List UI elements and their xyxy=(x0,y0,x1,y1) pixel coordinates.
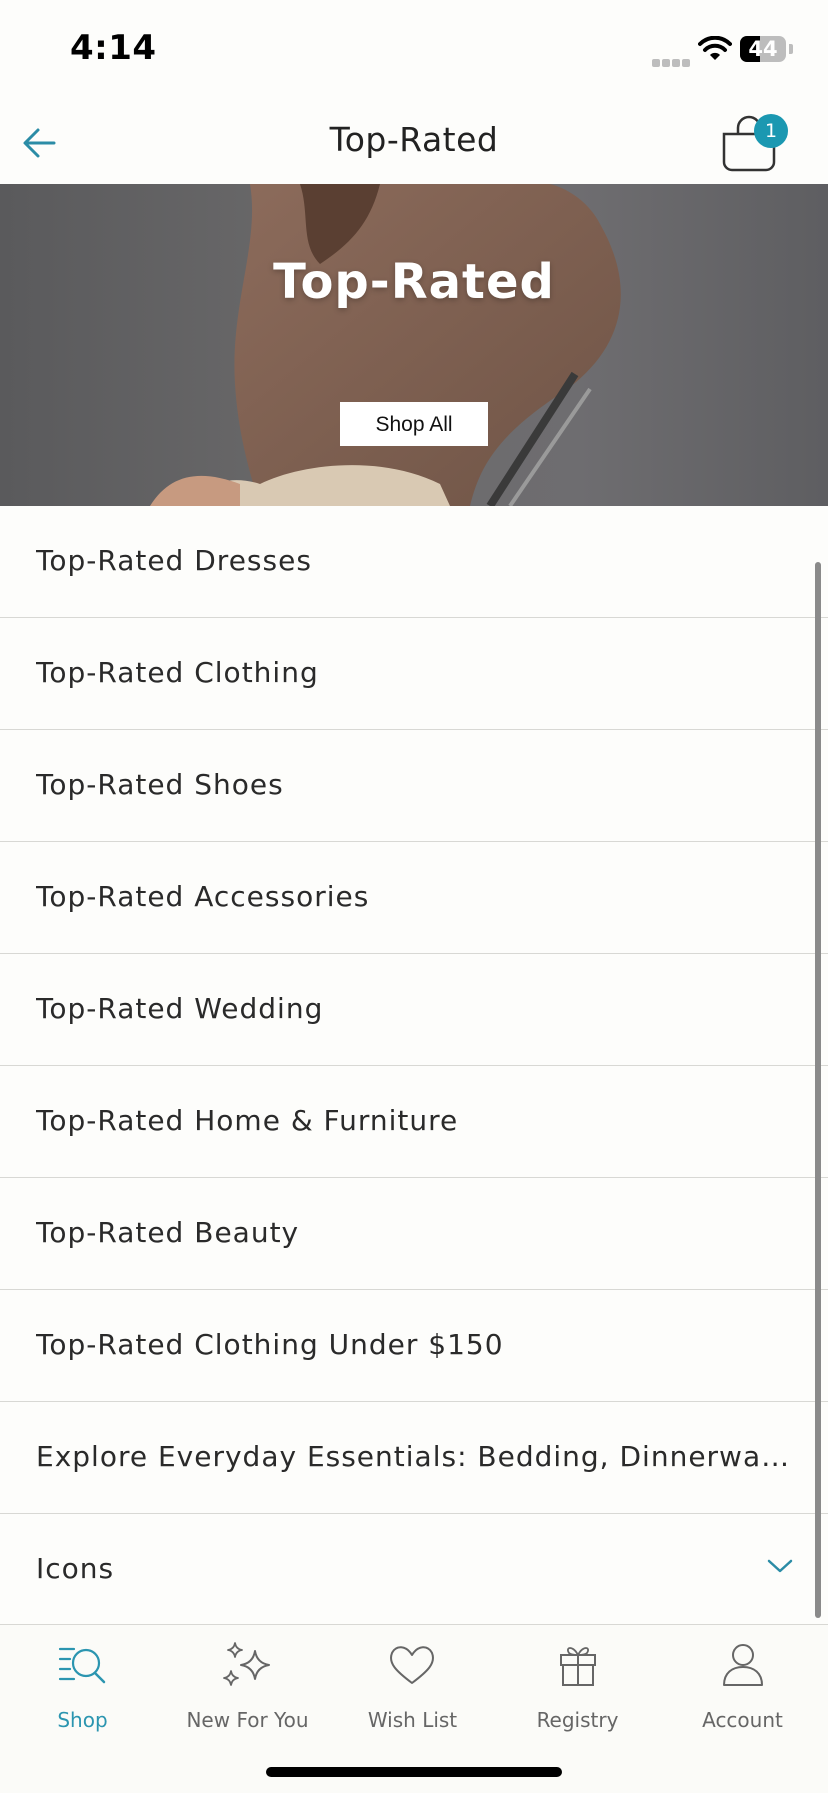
tab-account[interactable]: Account xyxy=(660,1625,825,1745)
page-title: Top-Rated xyxy=(329,120,499,159)
tab-new-for-you[interactable]: New For You xyxy=(165,1625,330,1745)
sparkles-icon xyxy=(223,1642,270,1686)
list-item-label: Top-Rated Home & Furniture xyxy=(36,1104,459,1137)
hero-banner[interactable]: Top-Rated Shop All xyxy=(0,184,828,506)
status-time: 4:14 xyxy=(70,28,157,68)
list-item-label: Top-Rated Clothing Under $150 xyxy=(36,1328,504,1361)
list-item-label: Icons xyxy=(36,1552,115,1585)
tab-label: New For You xyxy=(186,1708,309,1732)
heart-icon xyxy=(390,1646,434,1684)
battery-icon: 44 xyxy=(740,36,786,62)
hero-title: Top-Rated xyxy=(273,254,555,310)
tab-label: Shop xyxy=(57,1708,108,1732)
tab-label: Account xyxy=(702,1708,783,1732)
wifi-icon xyxy=(698,36,732,60)
list-item-label: Top-Rated Wedding xyxy=(36,992,324,1025)
list-item-label: Explore Everyday Essentials: Bedding, Di… xyxy=(36,1440,792,1473)
person-icon xyxy=(723,1644,763,1686)
status-bar: 4:14 44 xyxy=(0,0,828,100)
cellular-signal-icon xyxy=(652,52,692,71)
list-item-shoes[interactable]: Top-Rated Shoes xyxy=(0,730,828,842)
gift-icon xyxy=(560,1647,596,1686)
category-list: Top-Rated Dresses Top-Rated Clothing Top… xyxy=(0,506,828,1626)
tab-label: Wish List xyxy=(367,1708,458,1732)
list-item-label: Top-Rated Beauty xyxy=(36,1216,300,1249)
list-item-everyday-essentials[interactable]: Explore Everyday Essentials: Bedding, Di… xyxy=(0,1402,828,1514)
list-item-label: Top-Rated Clothing xyxy=(36,656,319,689)
list-item-wedding[interactable]: Top-Rated Wedding xyxy=(0,954,828,1066)
hero-image xyxy=(150,184,621,506)
shop-search-icon xyxy=(58,1647,106,1684)
navigation-header: Top-Rated 1 xyxy=(0,100,828,185)
list-item-label: Top-Rated Accessories xyxy=(36,880,370,913)
battery-percentage: 44 xyxy=(748,37,778,61)
list-item-beauty[interactable]: Top-Rated Beauty xyxy=(0,1178,828,1290)
tab-label: Registry xyxy=(536,1708,619,1732)
tab-shop[interactable]: Shop xyxy=(0,1625,165,1745)
list-item-home-furniture[interactable]: Top-Rated Home & Furniture xyxy=(0,1066,828,1178)
list-item-label: Top-Rated Dresses xyxy=(36,544,312,577)
scrollbar[interactable] xyxy=(815,562,821,1618)
list-item-icons[interactable]: Icons xyxy=(0,1514,828,1626)
list-item-dresses[interactable]: Top-Rated Dresses xyxy=(0,506,828,618)
battery-cap xyxy=(789,44,793,54)
list-item-clothing[interactable]: Top-Rated Clothing xyxy=(0,618,828,730)
list-item-clothing-under-150[interactable]: Top-Rated Clothing Under $150 xyxy=(0,1290,828,1402)
shop-all-button[interactable]: Shop All xyxy=(340,402,488,446)
chevron-down-icon xyxy=(767,1559,793,1573)
list-item-accessories[interactable]: Top-Rated Accessories xyxy=(0,842,828,954)
tab-wish-list[interactable]: Wish List xyxy=(330,1625,495,1745)
cart-count-badge: 1 xyxy=(754,114,788,148)
list-item-label: Top-Rated Shoes xyxy=(36,768,284,801)
tab-registry[interactable]: Registry xyxy=(495,1625,660,1745)
home-indicator xyxy=(266,1767,562,1777)
